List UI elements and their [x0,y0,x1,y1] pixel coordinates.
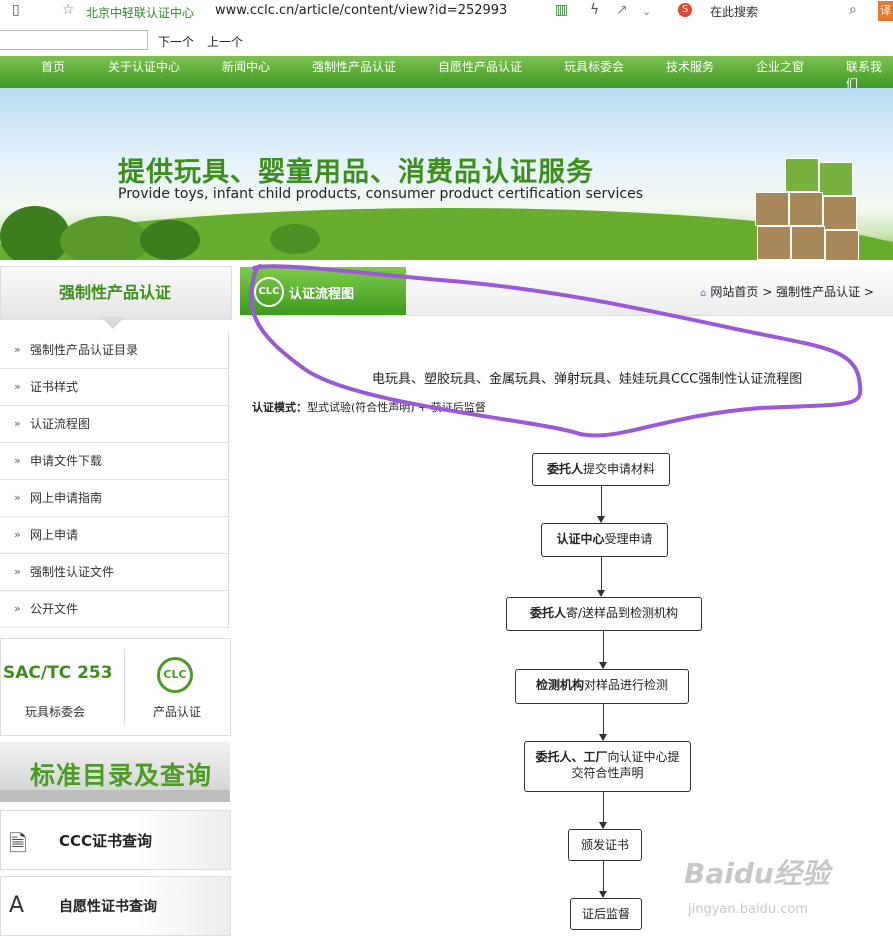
nav-item-voluntary[interactable]: 自愿性产品认证 [438,58,522,75]
sidebar-item-flowchart[interactable]: 认证流程图 [0,406,228,443]
translate-button[interactable]: 译 [878,1,893,21]
hero-banner: 提供玩具、婴童用品、消费品认证服务 Provide toys, infant c… [0,88,893,260]
watermark-url: jingyan.baidu.com [688,902,808,917]
banner-tree [270,224,320,254]
flow-arrow [599,792,607,829]
nav-item-contact[interactable]: 联系我们 [846,58,893,92]
search-icon[interactable]: ⌕ [849,2,857,18]
sidebar-item-downloads[interactable]: 申请文件下载 [0,443,228,480]
divider [124,649,125,725]
city-skyline [0,790,230,802]
book-icon[interactable]: ▥ [555,2,568,18]
voluntary-query-button[interactable]: A 自愿性证书查询 [0,876,231,936]
font-a-icon: A [9,893,25,918]
nav-item-tech[interactable]: 技术服务 [666,58,714,75]
share-icon[interactable]: ↗ [616,2,628,18]
browser-address-bar: ▯ ☆ 北京中轻联认证中心 www.cclc.cn/article/conten… [0,0,893,25]
nav-item-about[interactable]: 关于认证中心 [108,58,180,75]
banner-title: 提供玩具、婴童用品、消费品认证服务 [118,157,594,188]
sidebar-item-online-apply[interactable]: 网上申请 [0,517,228,554]
ccc-query-button[interactable]: 🗎 CCC证书查询 [0,810,231,870]
find-bar: 下一个 上一个 [0,24,893,56]
star-icon[interactable]: ☆ [62,2,75,18]
promo-box: SAC/TC 253 玩具标委会 CLC 产品认证 [0,638,231,736]
site-name: 北京中轻联认证中心 [86,6,195,20]
flow-arrow [597,486,605,523]
voluntary-query-label: 自愿性证书查询 [59,899,157,915]
find-next-button[interactable]: 下一个 [158,33,194,50]
sac-logo[interactable]: SAC/TC 253 [3,663,113,683]
nav-item-home[interactable]: 首页 [41,58,65,75]
standards-query-banner[interactable]: 标准目录及查询 [0,742,230,802]
sidebar-notch [101,317,125,329]
flow-step-accept: 认证中心受理申请 [541,523,668,557]
sidebar-title: 强制性产品认证 [58,283,171,302]
flow-step-supervision: 证后监督 [570,898,642,930]
lightning-icon[interactable]: ϟ [590,2,599,18]
flow-step-apply: 委托人提交申请材料 [532,453,670,486]
chevron-down-icon[interactable]: ⌄ [642,5,651,18]
watermark-logo: Baidu经验 [684,857,830,890]
nav-item-enterprise[interactable]: 企业之窗 [756,58,804,75]
sogou-icon[interactable]: S [678,3,692,17]
flow-arrow [599,704,607,741]
banner-subtitle: Provide toys, infant child products, con… [118,186,643,202]
sidebar-header: 强制性产品认证 [0,266,232,329]
sidebar-item-certificate-style[interactable]: 证书样式 [0,369,228,406]
flow-step-samples: 委托人寄/送样品到检测机构 [506,597,702,631]
search-input[interactable]: 在此搜索 [710,3,758,20]
cube-image [755,158,859,260]
flow-arrow [599,631,607,669]
reader-icon[interactable]: ▯ [12,2,20,18]
banner-tree [0,206,70,260]
flow-arrow [597,557,605,597]
ccc-query-label: CCC证书查询 [59,832,153,850]
nav-item-toy-committee[interactable]: 玩具标委会 [564,58,624,75]
find-prev-button[interactable]: 上一个 [207,33,243,50]
banner-tree [140,220,200,260]
standards-title: 标准目录及查询 [30,761,213,790]
banner-tree [60,216,150,260]
sidebar-item-public-docs[interactable]: 公开文件 [0,591,228,628]
url-field[interactable]: www.cclc.cn/article/content/view?id=2529… [215,3,507,18]
clc-label[interactable]: 产品认证 [153,703,201,720]
main-nav: 首页 关于认证中心 新闻中心 强制性产品认证 自愿性产品认证 玩具标委会 技术服… [0,56,893,92]
nav-item-mandatory[interactable]: 强制性产品认证 [312,58,396,75]
flow-step-testing: 检测机构对样品进行检测 [515,669,689,704]
certificate-icon: 🗎 [9,832,27,857]
flow-step-declaration: 委托人、工厂向认证中心提交符合性声明 [524,741,691,792]
clc-logo-icon[interactable]: CLC [157,657,193,693]
sidebar-item-online-guide[interactable]: 网上申请指南 [0,480,228,517]
sac-label[interactable]: 玩具标委会 [25,703,85,720]
flow-step-issue: 颁发证书 [568,829,642,861]
flow-arrow [599,861,607,898]
annotation-circle [249,264,863,438]
sidebar-item-catalog[interactable]: 强制性产品认证目录 [0,332,228,369]
sidebar-menu: 强制性产品认证目录 证书样式 认证流程图 申请文件下载 网上申请指南 网上申请 … [0,332,229,628]
nav-item-news[interactable]: 新闻中心 [222,58,270,75]
sidebar-item-mandatory-docs[interactable]: 强制性认证文件 [0,554,228,591]
find-input[interactable] [0,30,148,50]
